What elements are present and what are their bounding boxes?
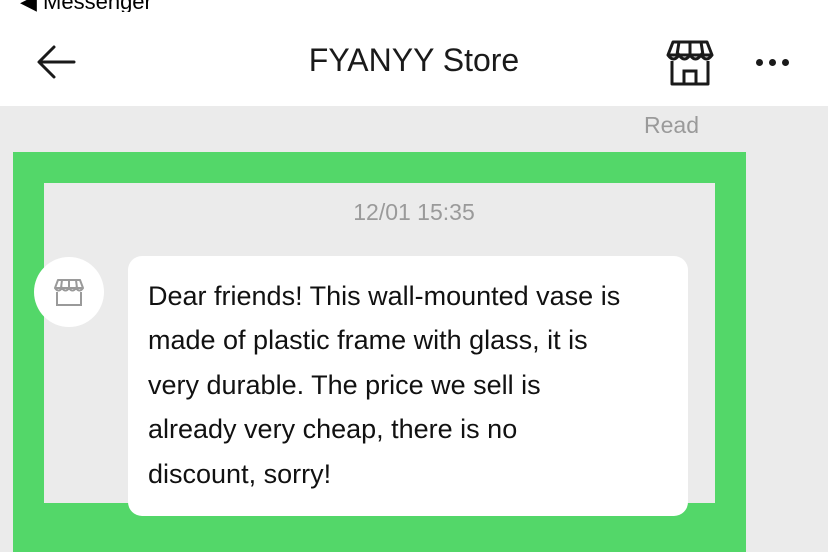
storefront-icon <box>54 279 84 306</box>
message-timestamp: 12/01 15:35 <box>353 199 475 225</box>
storefront-icon <box>666 40 714 86</box>
message-bubble: Dear friends! This wall-mounted vase is … <box>128 256 688 516</box>
chat-header: FYANYY Store <box>0 12 828 106</box>
arrow-left-icon <box>37 45 76 79</box>
read-receipt: Read <box>644 112 699 138</box>
message-text: Dear friends! This wall-mounted vase is … <box>148 281 621 489</box>
store-name: FYANYY Store <box>308 42 520 78</box>
back-button[interactable] <box>34 42 78 82</box>
more-horizontal-icon <box>755 58 789 66</box>
status-bar: ◀ Messenger <box>0 0 828 12</box>
store-button[interactable] <box>664 38 716 88</box>
more-options-button[interactable] <box>748 40 796 84</box>
avatar[interactable] <box>34 257 104 327</box>
back-to-messenger-link[interactable]: ◀ Messenger <box>20 0 152 12</box>
